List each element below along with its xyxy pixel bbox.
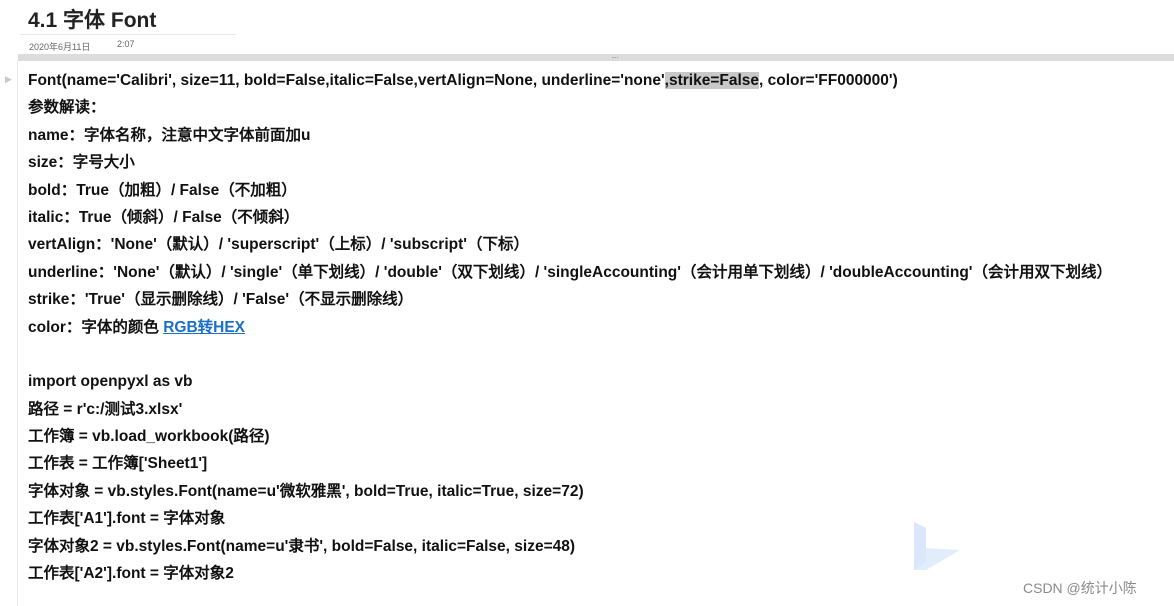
selected-text: ,strike=False	[664, 72, 760, 89]
drag-grip-icon[interactable]: ····	[611, 53, 619, 62]
text: , color='FF000000')	[759, 72, 898, 89]
rgb-to-hex-link[interactable]: RGB转HEX	[163, 319, 245, 336]
page-time: 2:07	[117, 39, 135, 49]
code-line: 工作表 = 工作簿['Sheet1']	[28, 455, 208, 473]
note-content[interactable]: Font(name='Calibri', size=11, bold=False…	[28, 67, 1112, 587]
text-line: bold：True（加粗）/ False（不加粗）	[28, 181, 297, 199]
page-title: 4.1 字体 Font	[28, 9, 157, 32]
text-line: underline：'None'（默认）/ 'single'（单下划线）/ 'd…	[28, 263, 1112, 281]
text-line: vertAlign：'None'（默认）/ 'superscript'（上标）/…	[28, 236, 529, 254]
code-line: 工作簿 = vb.load_workbook(路径)	[28, 428, 270, 446]
text-line: name：字体名称，注意中文字体前面加u	[28, 126, 311, 144]
code-line: import openpyxl as vb	[28, 373, 193, 391]
code-line: 字体对象 = vb.styles.Font(name=u'微软雅黑', bold…	[28, 482, 584, 500]
signature-line: Font(name='Calibri', size=11, bold=False…	[28, 67, 1112, 94]
text-line: size：字号大小	[28, 154, 135, 172]
text: color：字体的颜色	[28, 318, 164, 336]
text-line: italic：True（倾斜）/ False（不倾斜）	[28, 208, 300, 226]
note-container-bar[interactable]	[18, 54, 1174, 61]
text-line: 参数解读：	[28, 99, 106, 117]
bing-logo-watermark-icon	[914, 522, 960, 570]
title-divider	[20, 34, 236, 35]
paragraph-handle-icon[interactable]: ▶	[5, 74, 12, 85]
page-date: 2020年6月11日	[29, 42, 91, 52]
margin-line	[17, 61, 18, 606]
text-line: strike：'True'（显示删除线）/ 'False'（不显示删除线）	[28, 291, 414, 309]
csdn-watermark: CSDN @统计小陈	[1023, 580, 1137, 596]
code-line: 路径 = r'c:/测试3.xlsx'	[28, 400, 183, 418]
text: Font(name='Calibri', size=11, bold=False…	[28, 72, 665, 89]
color-line: color：字体的颜色 RGB转HEX	[28, 314, 1112, 341]
